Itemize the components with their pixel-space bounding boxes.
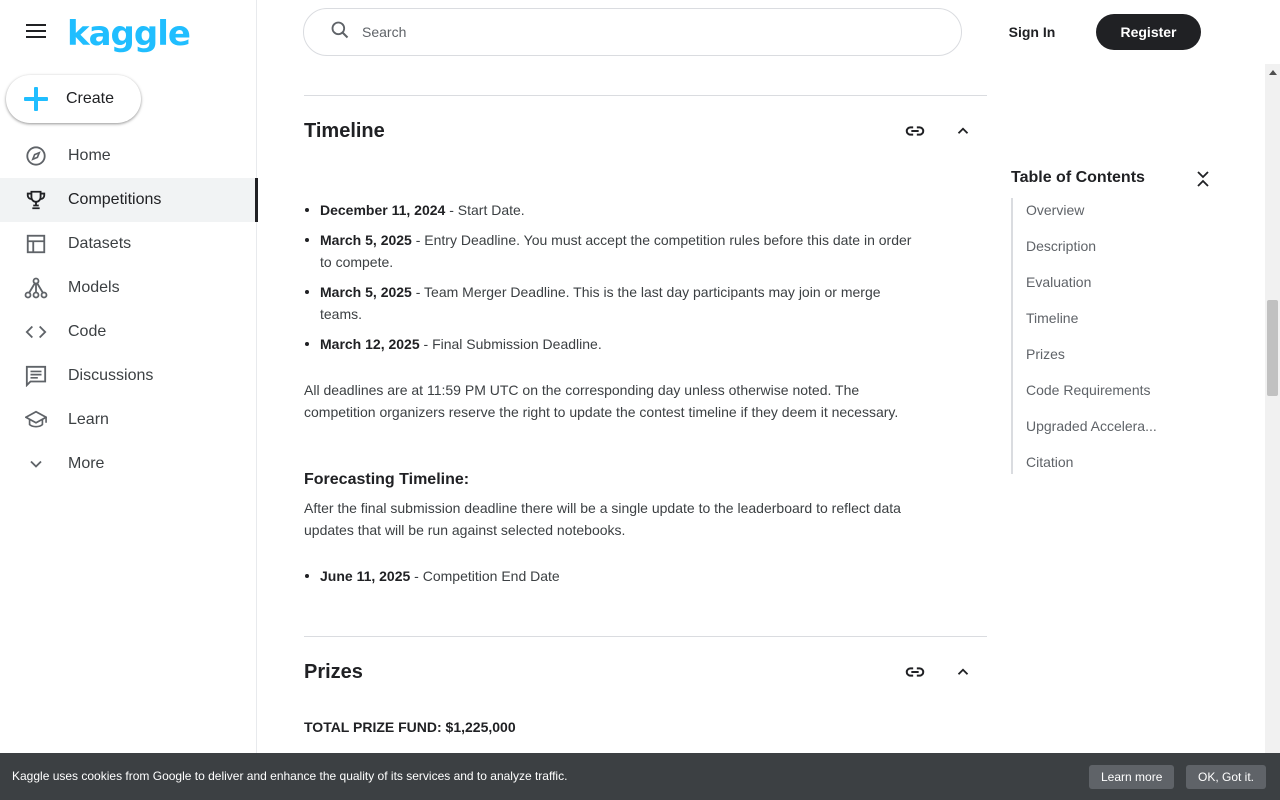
toc-item-upgraded-accelerators[interactable]: Upgraded Accelera... (1013, 414, 1211, 450)
forecasting-heading: Forecasting Timeline: (304, 471, 470, 488)
prizes-heading: Prizes (304, 661, 363, 683)
collapse-icon[interactable] (1192, 168, 1214, 190)
sidebar-item-label: More (68, 455, 105, 472)
search-bar[interactable] (303, 8, 962, 56)
sidebar-item-code[interactable]: Code (0, 310, 257, 354)
scrollbar[interactable] (1265, 64, 1280, 753)
sidebar-item-datasets[interactable]: Datasets (0, 222, 257, 266)
section-divider (304, 95, 987, 96)
list-item: June 11, 2025 - Competition End Date (304, 565, 914, 587)
sidebar-item-label: Models (68, 279, 120, 296)
learn-more-button[interactable]: Learn more (1089, 765, 1175, 789)
timeline-list: December 11, 2024 - Start Date. March 5,… (304, 199, 914, 363)
timeline-date: March 5, 2025 (320, 232, 412, 248)
kaggle-logo[interactable]: kaggle (67, 14, 191, 54)
search-input[interactable] (362, 24, 922, 40)
link-icon[interactable] (903, 119, 927, 143)
toc-item-overview[interactable]: Overview (1013, 198, 1211, 234)
sidebar-item-discussions[interactable]: Discussions (0, 354, 257, 398)
timeline-date: March 12, 2025 (320, 336, 420, 352)
toc-item-description[interactable]: Description (1013, 234, 1211, 270)
compass-icon (24, 144, 48, 168)
plus-icon (24, 87, 48, 111)
ok-got-it-button[interactable]: OK, Got it. (1186, 765, 1267, 789)
timeline-date: June 11, 2025 (320, 568, 411, 584)
link-icon[interactable] (903, 660, 927, 684)
cookie-text: Kaggle uses cookies from Google to deliv… (12, 769, 568, 783)
graduation-cap-icon (24, 408, 48, 432)
sidebar-item-label: Datasets (68, 235, 132, 252)
create-button-label: Create (66, 90, 115, 107)
create-button[interactable]: Create (6, 75, 141, 123)
toc-item-code-requirements[interactable]: Code Requirements (1013, 378, 1211, 414)
sidebar-nav: Home Competitions Datasets Models Code D… (0, 134, 258, 486)
sidebar-item-label: Learn (68, 411, 109, 428)
timeline-text: - Start Date. (445, 202, 525, 218)
timeline-heading: Timeline (304, 120, 385, 142)
search-icon (330, 20, 350, 45)
sidebar-item-label: Discussions (68, 367, 154, 384)
sign-in-button[interactable]: Sign In (1000, 14, 1064, 50)
hamburger-menu-icon[interactable] (24, 20, 48, 44)
deadline-note: All deadlines are at 11:59 PM UTC on the… (304, 382, 899, 420)
register-button[interactable]: Register (1096, 14, 1201, 50)
list-item: March 5, 2025 - Entry Deadline. You must… (304, 229, 914, 273)
discussion-icon (24, 364, 48, 388)
forecasting-list: June 11, 2025 - Competition End Date (304, 565, 914, 595)
sidebar-item-label: Code (68, 323, 107, 340)
sidebar: kaggle Create Home Competitions Datasets (0, 0, 258, 800)
toc-list: Overview Description Evaluation Timeline… (1011, 198, 1211, 474)
toc-item-prizes[interactable]: Prizes (1013, 342, 1211, 378)
chevron-down-icon (24, 452, 48, 476)
timeline-text: - Final Submission Deadline. (419, 336, 602, 352)
table-icon (24, 232, 48, 256)
scrollbar-thumb[interactable] (1267, 300, 1278, 396)
timeline-date: March 5, 2025 (320, 284, 412, 300)
trophy-icon (24, 188, 48, 212)
list-item: December 11, 2024 - Start Date. (304, 199, 914, 221)
list-item: March 5, 2025 - Team Merger Deadline. Th… (304, 281, 914, 325)
code-icon (24, 320, 48, 344)
forecasting-text: After the final submission deadline ther… (304, 500, 901, 538)
toc-item-timeline[interactable]: Timeline (1013, 306, 1211, 342)
toc-item-citation[interactable]: Citation (1013, 450, 1211, 474)
section-divider (304, 636, 987, 637)
list-item: March 12, 2025 - Final Submission Deadli… (304, 333, 914, 355)
total-prize-fund: TOTAL PRIZE FUND: $1,225,000 (304, 719, 516, 735)
sidebar-item-models[interactable]: Models (0, 266, 257, 310)
sidebar-item-home[interactable]: Home (0, 134, 257, 178)
timeline-date: December 11, 2024 (320, 202, 446, 218)
sidebar-item-competitions[interactable]: Competitions (0, 178, 258, 222)
cookie-banner: Kaggle uses cookies from Google to deliv… (0, 753, 1280, 800)
sidebar-item-learn[interactable]: Learn (0, 398, 257, 442)
toc-title: Table of Contents (1011, 169, 1145, 186)
scroll-up-arrow-icon[interactable] (1265, 64, 1280, 79)
models-icon (24, 276, 48, 300)
sidebar-item-label: Home (68, 147, 111, 164)
toc-item-evaluation[interactable]: Evaluation (1013, 270, 1211, 306)
chevron-up-icon[interactable] (951, 119, 975, 143)
timeline-text: - Competition End Date (410, 568, 560, 584)
sidebar-item-label: Competitions (68, 191, 162, 208)
chevron-up-icon[interactable] (951, 660, 975, 684)
sidebar-item-more[interactable]: More (0, 442, 257, 486)
